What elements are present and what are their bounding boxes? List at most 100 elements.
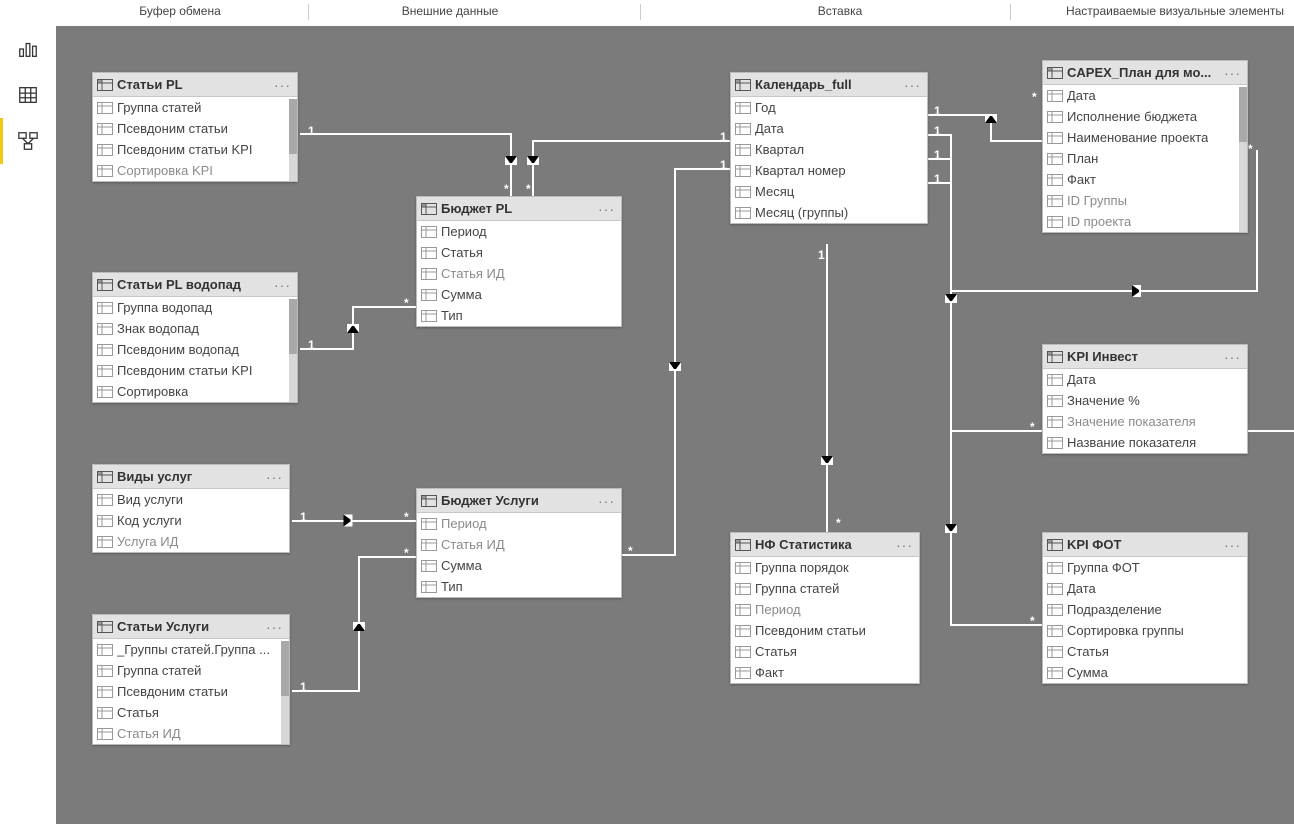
table-menu-button[interactable]: ···	[904, 81, 921, 89]
table-scrollbar[interactable]	[1239, 87, 1247, 232]
table-field[interactable]: ID Группы	[1043, 190, 1247, 211]
scrollbar-thumb[interactable]	[289, 99, 297, 154]
table-field[interactable]: Статья	[417, 242, 621, 263]
table-field[interactable]: Статья	[93, 702, 289, 723]
table-field[interactable]: Статья ИД	[93, 723, 289, 744]
table-field[interactable]: Факт	[1043, 169, 1247, 190]
entity-table-header[interactable]: НФ Статистика···	[731, 533, 919, 557]
model-view-button[interactable]	[0, 118, 56, 164]
entity-table-header[interactable]: KPI Инвест···	[1043, 345, 1247, 369]
table-field[interactable]: Группа статей	[93, 660, 289, 681]
relationship-line[interactable]	[358, 556, 418, 558]
table-field[interactable]: Название показателя	[1043, 432, 1247, 453]
table-field[interactable]: Период	[417, 221, 621, 242]
table-field[interactable]: Факт	[731, 662, 919, 683]
table-menu-button[interactable]: ···	[1224, 541, 1241, 549]
relationship-line[interactable]	[292, 520, 418, 522]
table-field[interactable]: Код услуги	[93, 510, 289, 531]
table-field[interactable]: Статья	[1043, 641, 1247, 662]
table-field[interactable]: Сумма	[1043, 662, 1247, 683]
relationship-line[interactable]	[950, 134, 952, 626]
entity-table[interactable]: CAPEX_План для мо...···ДатаИсполнение бю…	[1042, 60, 1248, 233]
table-menu-button[interactable]: ···	[896, 541, 913, 549]
entity-table-header[interactable]: KPI ФОТ···	[1043, 533, 1247, 557]
table-menu-button[interactable]: ···	[266, 623, 283, 631]
table-field[interactable]: Группа статей	[93, 97, 297, 118]
table-menu-button[interactable]: ···	[598, 205, 615, 213]
entity-table-header[interactable]: Виды услуг···	[93, 465, 289, 489]
scrollbar-thumb[interactable]	[1239, 87, 1247, 142]
relationship-line[interactable]	[300, 133, 510, 135]
table-field[interactable]: Значение показателя	[1043, 411, 1247, 432]
table-field[interactable]: Дата	[731, 118, 927, 139]
table-field[interactable]: Сортировка группы	[1043, 620, 1247, 641]
table-scrollbar[interactable]	[281, 641, 289, 744]
table-field[interactable]: Вид услуги	[93, 489, 289, 510]
scrollbar-thumb[interactable]	[281, 641, 289, 696]
table-menu-button[interactable]: ···	[1224, 353, 1241, 361]
entity-table[interactable]: Статьи Услуги···_Группы статей.Группа ..…	[92, 614, 290, 745]
table-field[interactable]: Дата	[1043, 85, 1247, 106]
relationship-line[interactable]	[950, 290, 1256, 292]
table-field[interactable]: Значение %	[1043, 390, 1247, 411]
table-field[interactable]: Сумма	[417, 555, 621, 576]
entity-table[interactable]: Статьи PL···Группа статейПсевдоним стать…	[92, 72, 298, 182]
table-field[interactable]: Квартал	[731, 139, 927, 160]
table-menu-button[interactable]: ···	[274, 81, 291, 89]
table-field[interactable]: Период	[417, 513, 621, 534]
relationship-line[interactable]	[532, 140, 534, 197]
table-field[interactable]: Дата	[1043, 578, 1247, 599]
table-field[interactable]: Статья ИД	[417, 534, 621, 555]
table-menu-button[interactable]: ···	[266, 473, 283, 481]
entity-table-header[interactable]: Бюджет PL···	[417, 197, 621, 221]
relationship-line[interactable]	[990, 140, 1044, 142]
table-field[interactable]: Сортировка KPI	[93, 160, 297, 181]
entity-table-header[interactable]: Бюджет Услуги···	[417, 489, 621, 513]
scrollbar-thumb[interactable]	[289, 299, 297, 354]
relationship-line[interactable]	[674, 168, 676, 554]
table-field[interactable]: Наименование проекта	[1043, 127, 1247, 148]
table-field[interactable]: Псевдоним статьи	[731, 620, 919, 641]
entity-table[interactable]: KPI Инвест···ДатаЗначение %Значение пока…	[1042, 344, 1248, 454]
table-field[interactable]: Дата	[1043, 369, 1247, 390]
entity-table[interactable]: KPI ФОТ···Группа ФОТДатаПодразделениеСор…	[1042, 532, 1248, 684]
table-field[interactable]: Псевдоним статьи	[93, 118, 297, 139]
table-field[interactable]: Статья ИД	[417, 263, 621, 284]
table-field[interactable]: Группа ФОТ	[1043, 557, 1247, 578]
table-scrollbar[interactable]	[289, 99, 297, 181]
table-field[interactable]: Период	[731, 599, 919, 620]
table-field[interactable]: Тип	[417, 305, 621, 326]
table-menu-button[interactable]: ···	[274, 281, 291, 289]
report-view-button[interactable]	[0, 26, 56, 72]
table-field[interactable]: Группа порядок	[731, 557, 919, 578]
entity-table-header[interactable]: Статьи Услуги···	[93, 615, 289, 639]
table-field[interactable]: Знак водопад	[93, 318, 297, 339]
relationship-line[interactable]	[1256, 150, 1258, 292]
entity-table[interactable]: НФ Статистика···Группа порядокГруппа ста…	[730, 532, 920, 684]
entity-table[interactable]: Календарь_full···ГодДатаКварталКвартал н…	[730, 72, 928, 224]
table-field[interactable]: Услуга ИД	[93, 531, 289, 552]
table-field[interactable]: Месяц	[731, 181, 927, 202]
entity-table-header[interactable]: CAPEX_План для мо...···	[1043, 61, 1247, 85]
relationship-line[interactable]	[826, 244, 828, 534]
table-field[interactable]: Сумма	[417, 284, 621, 305]
table-field[interactable]: ID проекта	[1043, 211, 1247, 232]
table-field[interactable]: Исполнение бюджета	[1043, 106, 1247, 127]
table-field[interactable]: Подразделение	[1043, 599, 1247, 620]
table-field[interactable]: Группа водопад	[93, 297, 297, 318]
table-field[interactable]: _Группы статей.Группа ...	[93, 639, 289, 660]
table-field[interactable]: Статья	[731, 641, 919, 662]
table-field[interactable]: Тип	[417, 576, 621, 597]
relationship-line[interactable]	[532, 140, 732, 142]
table-field[interactable]: Псевдоним статьи	[93, 681, 289, 702]
table-scrollbar[interactable]	[289, 299, 297, 402]
table-field[interactable]: Год	[731, 97, 927, 118]
relationship-line[interactable]	[510, 133, 512, 197]
table-field[interactable]: Группа статей	[731, 578, 919, 599]
table-menu-button[interactable]: ···	[598, 497, 615, 505]
table-field[interactable]: Псевдоним водопад	[93, 339, 297, 360]
table-menu-button[interactable]: ···	[1224, 69, 1241, 77]
model-canvas[interactable]: 1 * 1 * 1 * 1 * 1 * 1 * 1 * 1 * 1 1 1	[56, 26, 1294, 824]
table-field[interactable]: Псевдоним статьи KPI	[93, 139, 297, 160]
entity-table[interactable]: Виды услуг···Вид услугиКод услугиУслуга …	[92, 464, 290, 553]
